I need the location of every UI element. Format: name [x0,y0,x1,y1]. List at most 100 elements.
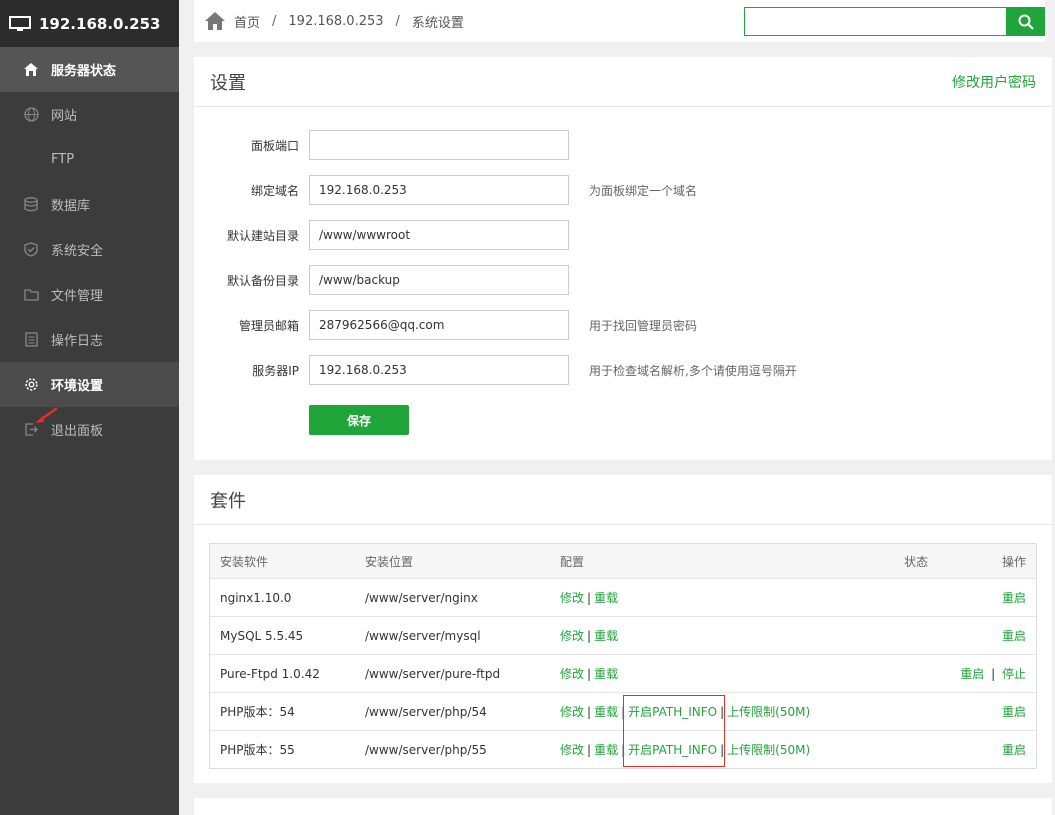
software-name: nginx1.10.0 [220,590,292,605]
install-path: /www/server/pure-ftpd [365,666,501,681]
reload-link[interactable]: 重载 [594,703,618,720]
field-label: 默认备份目录 [226,273,299,288]
search-box [744,7,1045,36]
sidebar-item-logs[interactable]: 操作日志 [0,317,179,362]
form-row-server-ip: 服务器IP 用于检查域名解析,多个请使用逗号隔开 [194,355,1052,385]
separator: | [621,742,626,757]
suite-title: 套件 [210,490,246,512]
save-button[interactable]: 保存 [309,405,409,435]
upload-limit-link[interactable]: 上传限制(50M) [727,703,810,720]
path-info-link[interactable]: 开启PATH_INFO [628,741,717,758]
globe-icon [23,107,39,123]
shield-icon [23,242,39,258]
software-name: PHP版本：55 [220,743,295,757]
table-header: 安装软件 安装位置 配置 状态 操作 [210,544,1036,578]
sidebar-item-label: 环境设置 [51,379,104,394]
separator: | [587,742,592,757]
sidebar-item-ftp[interactable]: FTP [0,137,179,182]
restart-link[interactable]: 重启 [1002,703,1026,720]
edit-link[interactable]: 修改 [560,703,584,720]
sidebar-header: 192.168.0.253 [0,0,179,47]
home-icon[interactable] [204,11,226,31]
restart-link[interactable]: 重启 [1002,627,1026,644]
reload-link[interactable]: 重载 [594,589,618,606]
install-path: /www/server/mysql [365,628,481,643]
settings-header: 设置 修改用户密码 [194,57,1052,107]
sidebar-item-server-status[interactable]: 服务器状态 [0,47,179,92]
form-row-admin-email: 管理员邮箱 用于找回管理员密码 [194,310,1052,340]
search-input[interactable] [744,7,1006,36]
reload-link[interactable]: 重载 [594,627,618,644]
separator: | [587,666,592,681]
form-row-site-dir: 默认建站目录 [194,220,1052,250]
sidebar-item-label: 系统安全 [51,244,104,259]
config-links: 修改 | 重载 | 开启PATH_INFO | 上传限制(50M) [560,703,810,720]
stop-link[interactable]: 停止 [1002,667,1026,681]
top-bar: 首页 / 192.168.0.253 / 系统设置 [194,0,1045,42]
field-label: 绑定域名 [250,183,299,198]
form-row-backup-dir: 默认备份目录 [194,265,1052,295]
path-info-link[interactable]: 开启PATH_INFO [628,703,717,720]
restart-link[interactable]: 重启 [1002,589,1026,606]
sidebar: 192.168.0.253 服务器状态 网站 FTP 数据库 系统安全 文件管理… [0,0,179,815]
separator: | [621,704,626,719]
software-name: Pure-Ftpd 1.0.42 [220,666,320,681]
field-label: 服务器IP [252,363,299,378]
database-icon [23,197,39,213]
table-row: PHP版本：54 /www/server/php/54 修改 | 重载 | 开启… [210,692,1036,730]
sidebar-item-database[interactable]: 数据库 [0,182,179,227]
backup-dir-input[interactable] [309,265,569,295]
field-hint: 用于检查域名解析,多个请使用逗号隔开 [589,363,797,378]
config-links: 修改 | 重载 [560,665,618,682]
panel-port-input[interactable] [309,130,569,160]
upload-limit-link[interactable]: 上传限制(50M) [727,741,810,758]
separator: | [991,667,996,681]
sidebar-item-website[interactable]: 网站 [0,92,179,137]
breadcrumb-home[interactable]: 首页 [234,12,260,31]
edit-link[interactable]: 修改 [560,665,584,682]
sidebar-item-label: 服务器状态 [51,64,117,79]
red-arrow-annotation [35,406,58,423]
field-hint: 用于找回管理员密码 [589,318,698,333]
separator: | [720,704,725,719]
field-label: 面板端口 [250,138,299,153]
folder-icon [23,287,39,303]
col-action: 操作 [1001,554,1026,569]
form-row-panel-port: 面板端口 [194,130,1052,160]
edit-link[interactable]: 修改 [560,741,584,758]
settings-panel: 设置 修改用户密码 面板端口 绑定域名 为面板绑定一个域名 默认建站目录 默认备… [194,57,1052,460]
domain-input[interactable] [309,175,569,205]
restart-link[interactable]: 重启 [1002,741,1026,758]
host-label: 192.168.0.253 [39,14,161,33]
col-config: 配置 [560,554,585,569]
restart-link[interactable]: 重启 [960,667,984,681]
search-button[interactable] [1006,7,1045,36]
home-icon [23,62,39,78]
separator: | [720,742,725,757]
sidebar-item-label: 网站 [51,109,78,124]
suite-panel: 套件 安装软件 安装位置 配置 状态 操作 nginx1.10.0 /www/s… [194,475,1052,783]
field-hint: 为面板绑定一个域名 [589,183,698,198]
edit-link[interactable]: 修改 [560,589,584,606]
site-dir-input[interactable] [309,220,569,250]
sidebar-item-logout[interactable]: 退出面板 [0,407,179,452]
edit-link[interactable]: 修改 [560,627,584,644]
server-ip-input[interactable] [309,355,569,385]
reload-link[interactable]: 重载 [594,741,618,758]
settings-title: 设置 [210,72,246,94]
breadcrumb: 首页 / 192.168.0.253 / 系统设置 [204,11,464,31]
change-password-link[interactable]: 修改用户密码 [952,72,1036,92]
breadcrumb-host[interactable]: 192.168.0.253 [288,14,383,29]
admin-email-input[interactable] [309,310,569,340]
sidebar-item-environment[interactable]: 环境设置 [0,362,179,407]
sidebar-item-files[interactable]: 文件管理 [0,272,179,317]
install-path: /www/server/php/55 [365,742,487,757]
reload-link[interactable]: 重载 [594,665,618,682]
action-links: 重启 | 停止 [960,665,1026,682]
table-row: PHP版本：55 /www/server/php/55 修改 | 重载 | 开启… [210,730,1036,768]
config-links: 修改 | 重载 | 开启PATH_INFO | 上传限制(50M) [560,741,810,758]
breadcrumb-separator: / [395,13,400,29]
sidebar-item-security[interactable]: 系统安全 [0,227,179,272]
sidebar-item-label: FTP [51,152,75,167]
field-label: 管理员邮箱 [238,318,299,333]
